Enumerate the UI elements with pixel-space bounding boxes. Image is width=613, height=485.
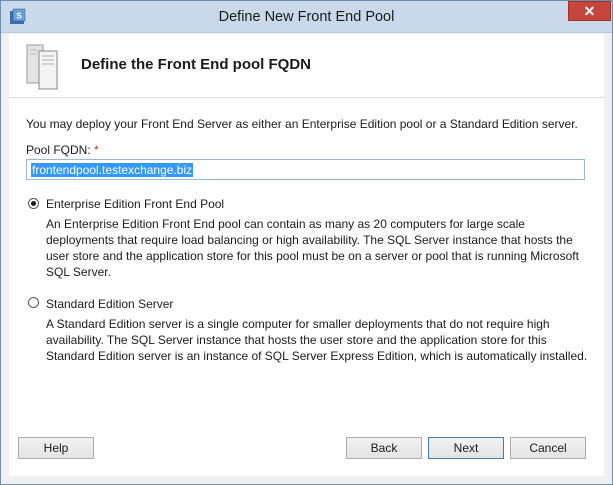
pool-fqdn-value: frontendpool.testexchange.biz (31, 163, 194, 177)
pool-fqdn-label-text: Pool FQDN: (26, 143, 91, 157)
back-button[interactable]: Back (346, 437, 422, 459)
dialog-window: S Define New Front End Pool ✕ Define the… (0, 0, 613, 485)
required-marker: * (94, 143, 99, 157)
pool-fqdn-label: Pool FQDN: * (26, 143, 99, 157)
content-panel: You may deploy your Front End Server as … (9, 98, 604, 476)
cancel-button[interactable]: Cancel (510, 437, 586, 459)
title-bar[interactable]: S Define New Front End Pool ✕ (1, 1, 612, 33)
standard-edition-description: A Standard Edition server is a single co… (46, 317, 588, 363)
close-button[interactable]: ✕ (568, 1, 611, 21)
description-text: You may deploy your Front End Server as … (26, 117, 578, 131)
page-header: Define the Front End pool FQDN (9, 34, 604, 98)
help-button[interactable]: Help (18, 437, 94, 459)
standard-edition-radio[interactable] (28, 297, 39, 308)
pool-fqdn-input[interactable]: frontendpool.testexchange.biz (26, 159, 585, 180)
next-button[interactable]: Next (428, 437, 504, 459)
enterprise-edition-radio[interactable] (28, 198, 39, 209)
enterprise-edition-description: An Enterprise Edition Front End pool can… (46, 217, 579, 279)
server-icon (26, 44, 58, 90)
radio-selected-dot (31, 201, 36, 206)
standard-edition-label[interactable]: Standard Edition Server (46, 297, 173, 311)
enterprise-edition-label[interactable]: Enterprise Edition Front End Pool (46, 197, 224, 211)
page-title: Define the Front End pool FQDN (81, 56, 311, 73)
window-title: Define New Front End Pool (218, 9, 395, 25)
